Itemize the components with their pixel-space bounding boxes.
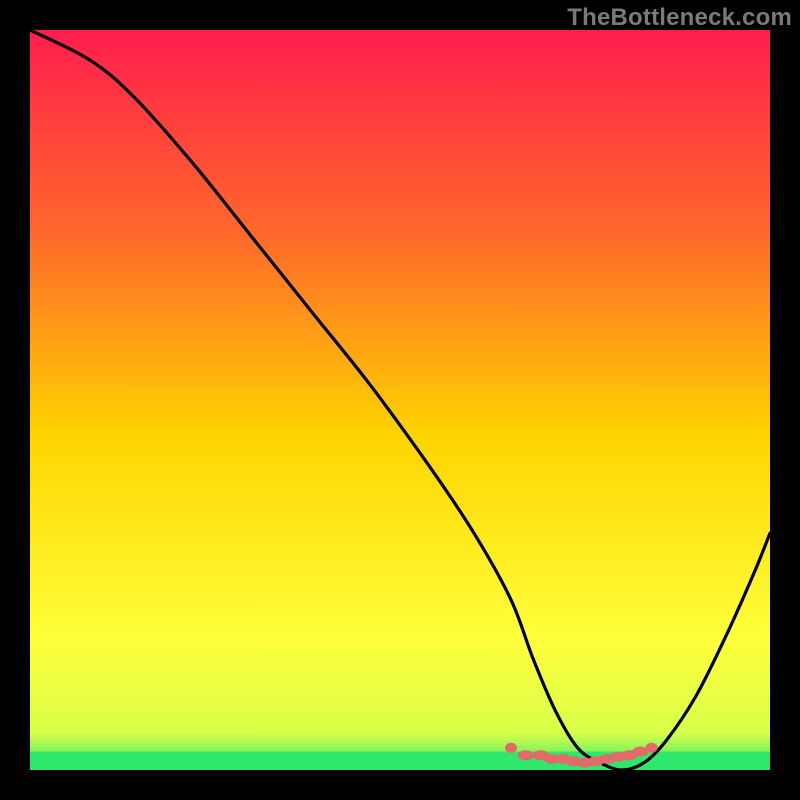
ideal-dot — [505, 743, 517, 753]
ideal-dot — [646, 743, 658, 753]
ideal-band — [30, 752, 770, 771]
ideal-dot — [518, 750, 534, 760]
chart-container: TheBottleneck.com — [0, 0, 800, 800]
bottleneck-chart — [0, 0, 800, 800]
watermark-text: TheBottleneck.com — [567, 4, 792, 32]
plot-background — [30, 30, 770, 770]
